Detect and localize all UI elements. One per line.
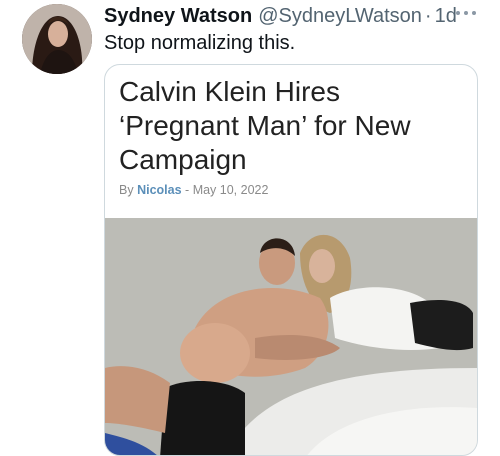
more-dot — [456, 11, 460, 15]
more-icon[interactable] — [456, 6, 482, 20]
byline-prefix: By — [119, 183, 134, 197]
byline-dash: - — [185, 183, 190, 197]
article-photo — [105, 218, 477, 455]
tweet-header: Sydney Watson @SydneyLWatson · 1d — [104, 4, 480, 28]
author-handle[interactable]: @SydneyLWatson — [258, 4, 422, 28]
more-dot — [464, 11, 468, 15]
byline-date: May 10, 2022 — [192, 183, 269, 197]
tweet-text: Stop normalizing this. — [104, 32, 296, 54]
timestamp[interactable]: 1d — [435, 4, 457, 28]
article-headline: Calvin Klein Hires ‘Pregnant Man’ for Ne… — [119, 76, 411, 175]
embedded-image-card[interactable]: Calvin Klein Hires ‘Pregnant Man’ for Ne… — [104, 64, 478, 456]
author-name[interactable]: Sydney Watson — [104, 4, 252, 28]
avatar[interactable] — [22, 4, 92, 74]
article-byline: By Nicolas - May 10, 2022 — [119, 183, 268, 197]
separator: · — [424, 5, 432, 27]
more-dot — [472, 11, 476, 15]
byline-author: Nicolas — [137, 183, 182, 197]
